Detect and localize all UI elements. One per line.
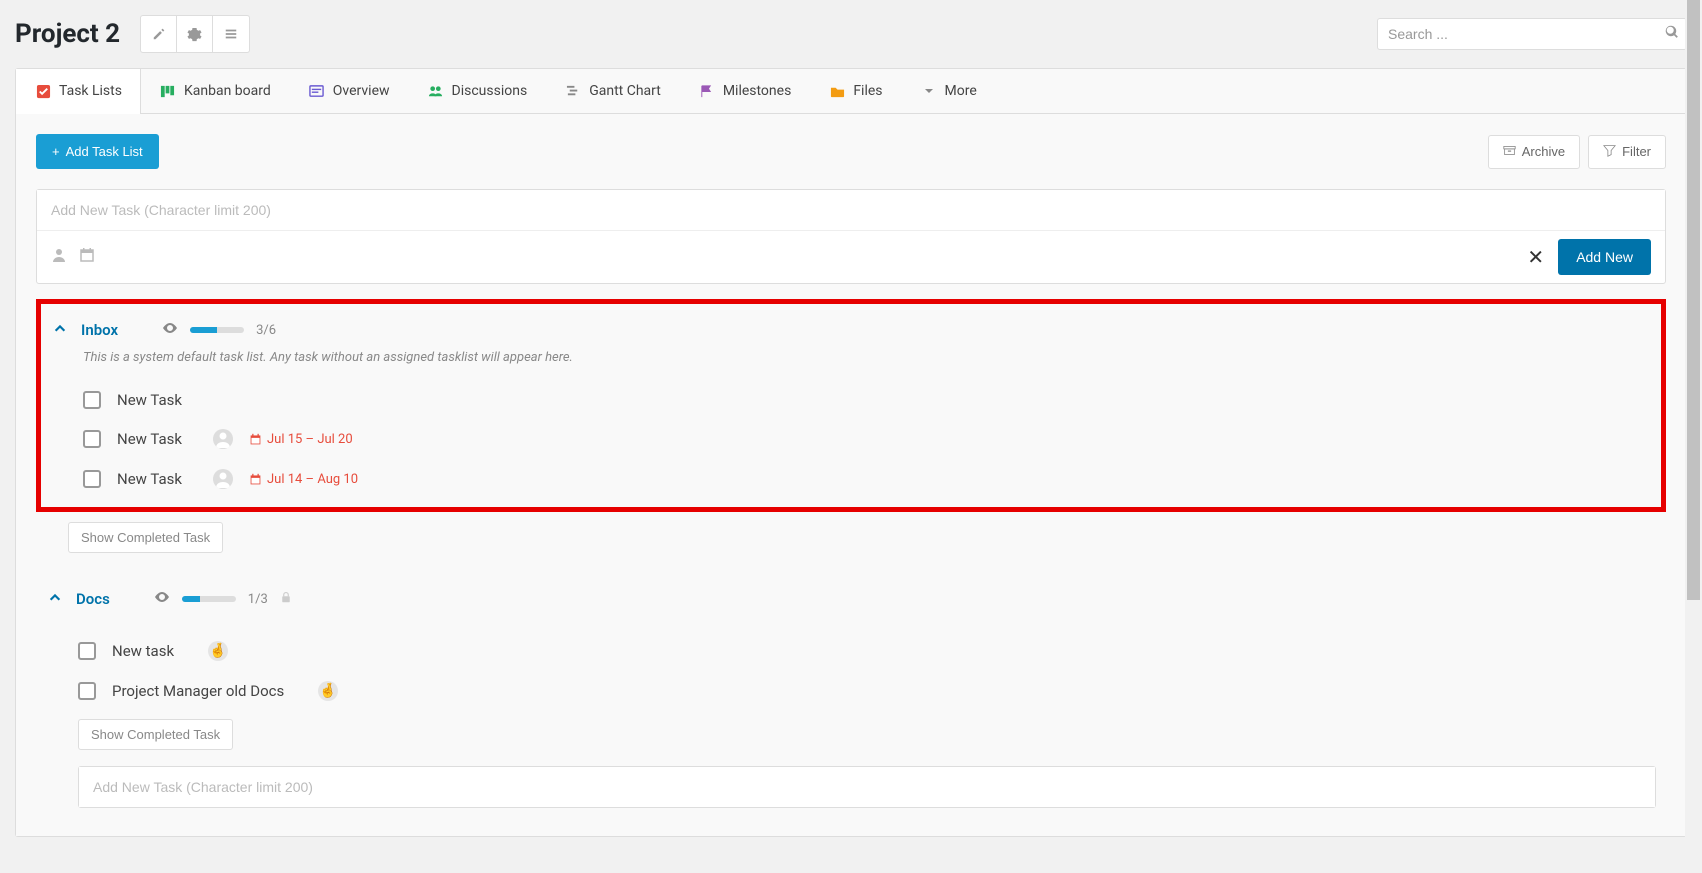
add-new-button[interactable]: Add New [1558, 239, 1651, 275]
filter-button[interactable]: Filter [1588, 135, 1666, 169]
tasklist-title[interactable]: Inbox [81, 321, 118, 339]
tabs: Task Lists Kanban board Overview Discuss… [16, 69, 1686, 114]
avatar[interactable] [213, 429, 233, 449]
discussions-icon [428, 83, 444, 99]
kanban-icon [160, 83, 176, 99]
task-checkbox[interactable] [83, 391, 101, 409]
tab-discussions[interactable]: Discussions [409, 69, 547, 113]
progress-bar [182, 596, 236, 602]
task-row[interactable]: New Task Jul 15 – Jul 20 [51, 419, 1651, 459]
task-checkbox[interactable] [78, 642, 96, 660]
calendar-icon[interactable] [79, 247, 95, 268]
button-label: Filter [1622, 144, 1651, 159]
task-date: Jul 14 – Aug 10 [249, 472, 358, 487]
tasklist-docs: Docs 1/3 New task 🤞 Project Manager old … [36, 573, 1666, 816]
search-wrap [1377, 18, 1687, 50]
tab-label: More [945, 83, 977, 99]
chevron-up-icon[interactable] [46, 590, 64, 609]
progress-text: 1/3 [248, 592, 268, 607]
tab-kanban[interactable]: Kanban board [141, 69, 290, 113]
add-task-list-button[interactable]: + Add Task List [36, 134, 159, 169]
tab-label: Gantt Chart [589, 83, 661, 99]
avatar[interactable] [213, 469, 233, 489]
search-input[interactable] [1377, 18, 1687, 50]
search-icon[interactable] [1665, 25, 1679, 43]
avatar[interactable]: 🤞 [318, 681, 338, 701]
task-name[interactable]: New Task [117, 470, 197, 488]
inner-add-task [78, 766, 1656, 808]
tab-milestones[interactable]: Milestones [680, 69, 811, 113]
chevron-up-icon[interactable] [51, 321, 69, 340]
tab-label: Kanban board [184, 83, 271, 99]
show-completed-wrap: Show Completed Task [78, 719, 1656, 750]
edit-icon[interactable] [141, 16, 177, 52]
tasklist-inbox: Inbox 3/6 This is a system default task … [41, 304, 1661, 507]
task-row[interactable]: New task 🤞 [46, 631, 1656, 671]
files-icon [829, 83, 845, 99]
tab-label: Discussions [452, 83, 528, 99]
scrollbar[interactable] [1685, 0, 1702, 873]
content-area: + Add Task List Archive Filter [16, 114, 1686, 836]
tab-label: Task Lists [59, 83, 122, 99]
actions-row: + Add Task List Archive Filter [36, 134, 1666, 169]
scrollbar-thumb[interactable] [1687, 0, 1700, 600]
tab-label: Milestones [723, 83, 792, 99]
project-title: Project 2 [15, 19, 120, 49]
page-header: Project 2 [15, 15, 1687, 53]
task-date: Jul 15 – Jul 20 [249, 432, 353, 447]
main-card: Task Lists Kanban board Overview Discuss… [15, 68, 1687, 837]
show-completed-button[interactable]: Show Completed Task [68, 522, 223, 553]
button-label: Archive [1522, 144, 1565, 159]
tasklist-title[interactable]: Docs [76, 590, 110, 608]
plus-icon: + [52, 144, 60, 159]
tasklist-description: This is a system default task list. Any … [51, 346, 1651, 381]
task-row[interactable]: New Task Jul 14 – Aug 10 [51, 459, 1651, 499]
gantt-icon [565, 83, 581, 99]
new-task-input[interactable] [37, 190, 1665, 231]
task-name[interactable]: New Task [117, 391, 197, 409]
show-completed-button[interactable]: Show Completed Task [78, 719, 233, 750]
tab-label: Files [853, 83, 882, 99]
filter-icon [1603, 144, 1616, 160]
task-name[interactable]: Project Manager old Docs [112, 682, 302, 700]
archive-button[interactable]: Archive [1488, 135, 1580, 169]
task-row[interactable]: Project Manager old Docs 🤞 [46, 671, 1656, 711]
progress-bar [190, 327, 244, 333]
list-icon[interactable] [213, 16, 249, 52]
gear-icon[interactable] [177, 16, 213, 52]
overview-icon [309, 83, 325, 99]
progress-text: 3/6 [256, 323, 276, 338]
highlighted-tasklist: Inbox 3/6 This is a system default task … [36, 299, 1666, 512]
eye-icon[interactable] [162, 320, 178, 340]
task-checkbox[interactable] [78, 682, 96, 700]
task-checkbox[interactable] [83, 470, 101, 488]
tab-label: Overview [333, 83, 390, 99]
new-task-card: ✕ Add New [36, 189, 1666, 284]
tab-more[interactable]: More [902, 69, 996, 113]
inner-add-task-input[interactable] [79, 767, 1655, 807]
user-icon[interactable] [51, 247, 67, 268]
task-name[interactable]: New Task [117, 430, 197, 448]
task-row[interactable]: New Task [51, 381, 1651, 419]
task-lists-icon [35, 83, 51, 99]
avatar[interactable]: 🤞 [208, 641, 228, 661]
lock-icon [280, 591, 292, 607]
close-icon[interactable]: ✕ [1527, 245, 1544, 269]
caret-down-icon [921, 83, 937, 99]
tab-files[interactable]: Files [810, 69, 901, 113]
eye-icon[interactable] [154, 589, 170, 609]
milestones-icon [699, 83, 715, 99]
task-name[interactable]: New task [112, 642, 192, 660]
archive-icon [1503, 144, 1516, 160]
tab-overview[interactable]: Overview [290, 69, 409, 113]
tab-task-lists[interactable]: Task Lists [16, 69, 141, 114]
button-label: Add Task List [66, 144, 143, 159]
task-checkbox[interactable] [83, 430, 101, 448]
tab-gantt[interactable]: Gantt Chart [546, 69, 680, 113]
show-completed-wrap: Show Completed Task [68, 522, 1666, 553]
header-action-group [140, 15, 250, 53]
